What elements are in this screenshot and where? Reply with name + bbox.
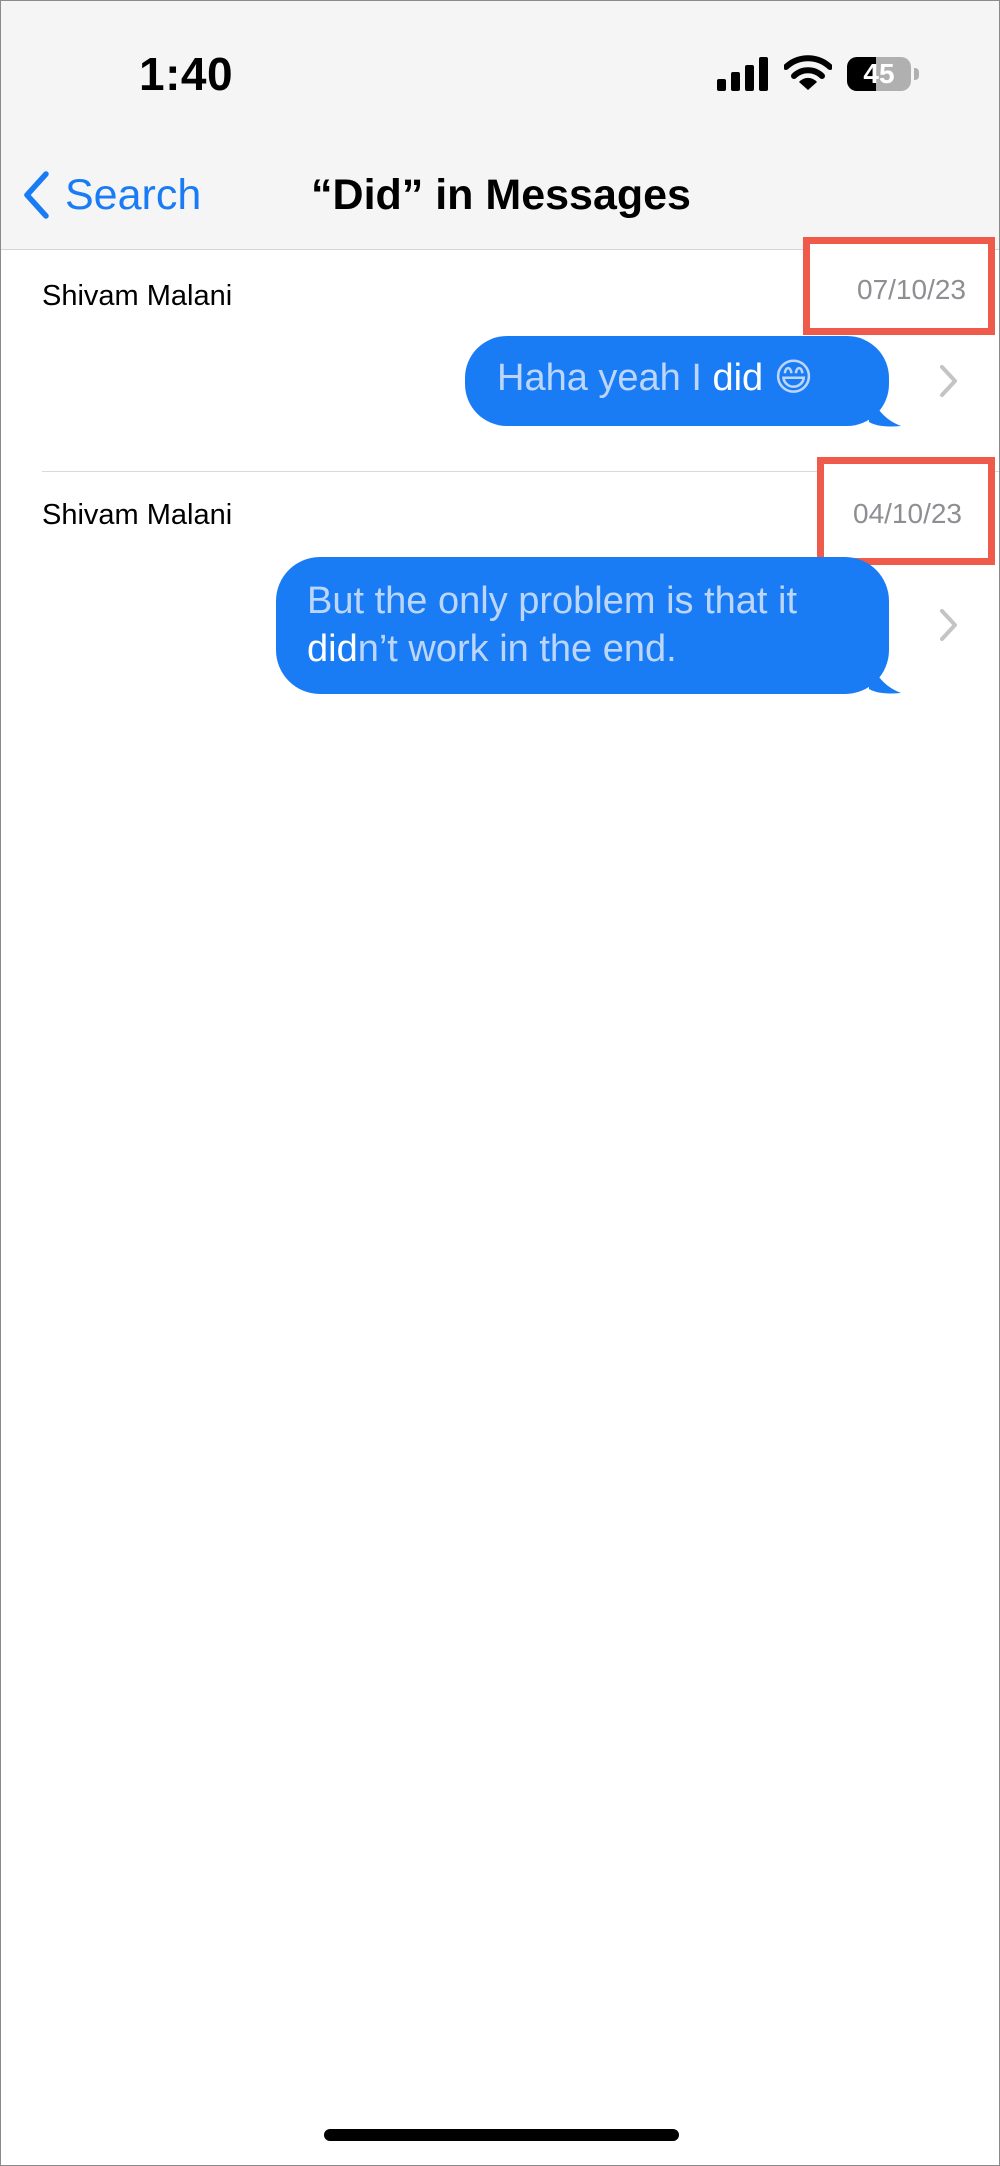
message-bubble[interactable]: But the only problem is that it didn’t w…	[276, 557, 889, 694]
bubble-tail	[869, 392, 901, 427]
message-bubble[interactable]: Haha yeah I did 😄	[465, 336, 889, 426]
search-match-text: did	[307, 628, 358, 670]
bubble-tail	[869, 659, 901, 694]
search-result-row[interactable]: Shivam Malani 07/10/23 Haha yeah I did 😄	[1, 237, 999, 472]
chevron-right-icon	[940, 609, 957, 641]
wifi-icon	[784, 55, 832, 90]
chevron-right-icon	[940, 365, 957, 397]
search-result-row[interactable]: Shivam Malani 04/10/23 But the only prob…	[1, 457, 999, 696]
message-date: 04/10/23	[853, 498, 962, 529]
message-text: Haha yeah I	[497, 357, 713, 399]
search-results-list: Shivam Malani 07/10/23 Haha yeah I did 😄…	[1, 237, 999, 696]
page-title: “Did” in Messages	[311, 171, 691, 219]
header-area: 1:40 45 Search “Did” in Messages	[1, 1, 999, 250]
battery-icon: 45	[847, 57, 919, 91]
date-highlight-box: 07/10/23	[803, 237, 995, 335]
status-bar: 1:40 45	[1, 1, 999, 151]
phone-screen: 1:40 45 Search “Did” in Messages Shivam …	[0, 0, 1000, 2166]
sender-name: Shivam Malani	[42, 280, 233, 312]
sender-name: Shivam Malani	[42, 499, 233, 531]
message-date: 07/10/23	[857, 274, 966, 305]
message-text: But the only problem is that it	[307, 580, 798, 622]
message-text: n’t work in the end.	[357, 628, 677, 670]
navigation-bar: Search “Did” in Messages	[1, 151, 999, 249]
search-match-text: did	[712, 357, 764, 399]
status-time: 1:40	[139, 48, 234, 100]
home-indicator[interactable]	[324, 2129, 679, 2141]
date-highlight-box: 04/10/23	[817, 457, 995, 565]
battery-level-text: 45	[863, 58, 895, 89]
cellular-signal-icon	[717, 57, 768, 91]
emoji: 😄	[763, 357, 814, 399]
